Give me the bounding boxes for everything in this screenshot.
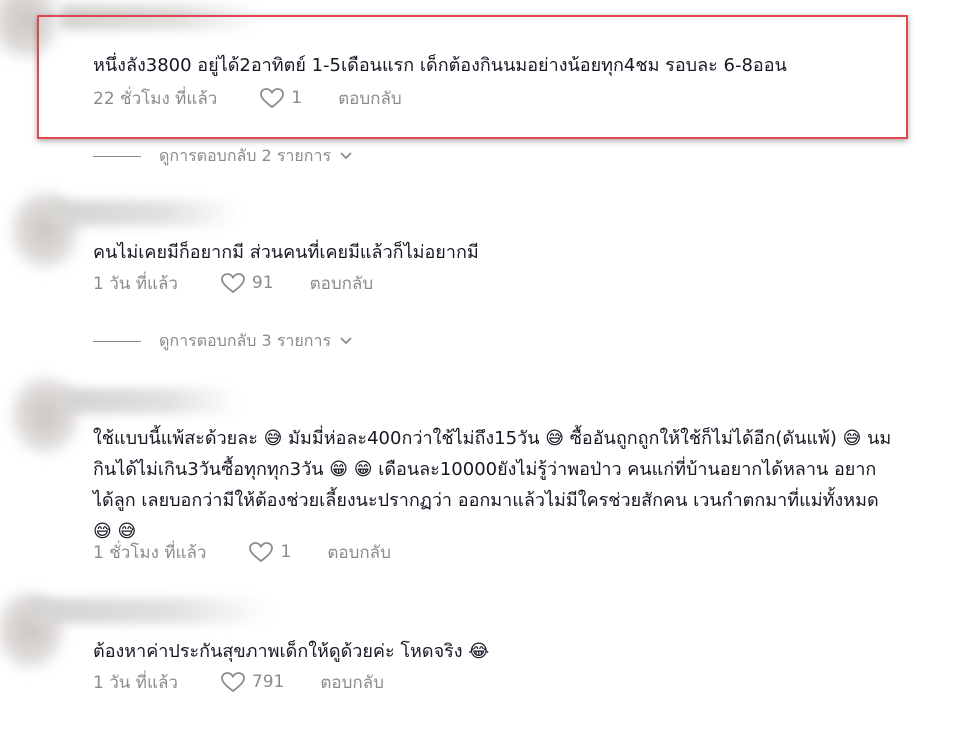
comment-list: หนึ่งลัง3800 อยู่ได้2อาทิตย์ 1-5เดือนแรก… [0, 0, 979, 730]
comment-text: ต้องหาค่าประกันสุขภาพเด็กให้ดูด้วยค่ะ โห… [93, 641, 490, 662]
comment-time: 1 วัน ที่แล้ว [93, 273, 178, 294]
comment-time: 1 วัน ที่แล้ว [93, 672, 178, 693]
comment-line: ใช้แบบนี้แพ้สะด้วยละ 😅 มัมมี่ห่อละ400กว่… [93, 428, 892, 449]
chevron-down-icon [340, 337, 352, 345]
reply-button[interactable]: ตอบกลับ [310, 270, 374, 297]
username[interactable] [30, 598, 270, 624]
comment-meta: 1 วัน ที่แล้ว 91 ตอบกลับ [93, 269, 373, 297]
avatar[interactable] [10, 375, 80, 455]
reply-button[interactable]: ตอบกลับ [320, 669, 384, 696]
comment-text: คนไม่เคยมีก็อยากมี ส่วนคนที่เคยมีแล้วก็ไ… [93, 242, 479, 263]
comment-text: ใช้แบบนี้แพ้สะด้วยละ 😅 มัมมี่ห่อละ400กว่… [93, 423, 891, 547]
chevron-down-icon [340, 152, 352, 160]
heart-outline-icon [221, 273, 245, 294]
heart-outline-icon [221, 672, 245, 693]
like-count: 1 [280, 542, 292, 562]
like-count: 91 [251, 273, 274, 293]
view-replies-button[interactable]: ดูการตอบกลับ 3 รายการ [93, 328, 353, 354]
heart-outline-icon [249, 542, 274, 563]
comment-meta: 1 ชั่วโมง ที่แล้ว 1 ตอบกลับ [93, 538, 391, 566]
divider-line [93, 155, 141, 157]
highlight-box [37, 15, 908, 139]
reply-button[interactable]: ตอบกลับ [327, 539, 391, 566]
like-button[interactable]: 1 [248, 541, 291, 563]
view-replies-button[interactable]: ดูการตอบกลับ 2 รายการ [93, 143, 353, 169]
like-button[interactable]: 91 [220, 272, 274, 294]
divider-line [93, 340, 141, 342]
comment-line: กินได้ไม่เกิน3วันซื้อทุกทุก3วัน 😁 😁 เดือ… [93, 459, 877, 480]
like-button[interactable]: 791 [220, 671, 284, 693]
like-count: 791 [251, 672, 285, 692]
username[interactable] [60, 388, 240, 414]
view-replies-label: ดูการตอบกลับ 3 รายการ [159, 330, 332, 350]
username[interactable] [50, 200, 240, 226]
comment-time: 1 ชั่วโมง ที่แล้ว [93, 542, 207, 563]
view-replies-label: ดูการตอบกลับ 2 รายการ [159, 145, 332, 165]
comment-line: ได้ลูก เลยบอกว่ามีให้ต้องช่วยเลี้ยงนะปรา… [93, 490, 879, 511]
comment-meta: 1 วัน ที่แล้ว 791 ตอบกลับ [93, 668, 384, 696]
